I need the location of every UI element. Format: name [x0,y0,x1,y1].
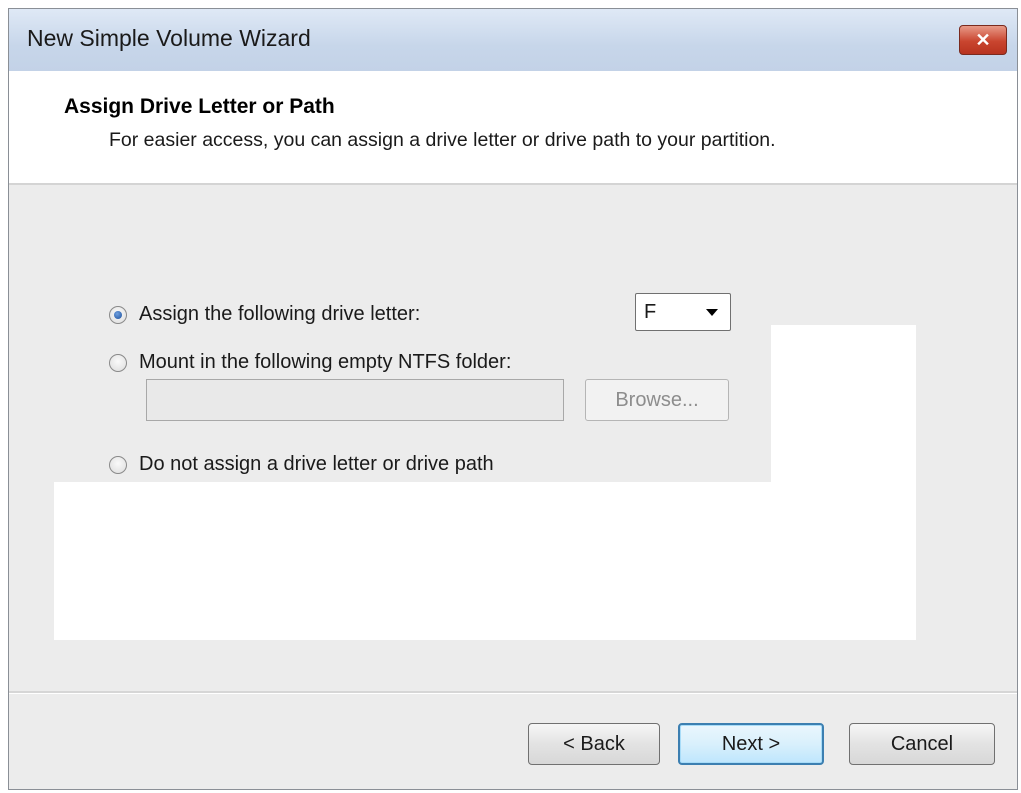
option-mount-folder[interactable]: Mount in the following empty NTFS folder… [109,351,511,374]
option-label: Assign the following drive letter: [139,303,421,325]
option-assign-letter[interactable]: Assign the following drive letter: [109,303,420,326]
footer-divider-highlight [9,693,1017,694]
title-bar: New Simple Volume Wizard ✕ [9,9,1017,71]
wizard-header: Assign Drive Letter or Path For easier a… [9,71,1017,185]
back-button[interactable]: < Back [528,723,660,765]
folder-path-input[interactable] [146,379,564,421]
blank-area [771,325,916,483]
page-subtitle: For easier access, you can assign a driv… [109,129,776,151]
radio-assign-letter[interactable] [109,305,127,324]
close-icon: ✕ [975,30,991,50]
drive-letter-select[interactable]: F [635,293,731,331]
close-button[interactable]: ✕ [959,25,1007,55]
next-button[interactable]: Next > [678,723,824,765]
option-label: Do not assign a drive letter or drive pa… [139,453,494,475]
page-title: Assign Drive Letter or Path [64,95,335,118]
drive-letter-value: F [644,300,657,323]
radio-mount-folder[interactable] [109,353,127,372]
chevron-down-icon [706,308,718,316]
radio-no-assign[interactable] [109,455,127,474]
cancel-button[interactable]: Cancel [849,723,995,765]
option-no-assign[interactable]: Do not assign a drive letter or drive pa… [109,453,494,476]
wizard-window: New Simple Volume Wizard ✕ Assign Drive … [8,8,1018,790]
browse-button[interactable]: Browse... [585,379,729,421]
window-title: New Simple Volume Wizard [27,25,311,51]
blank-area [54,482,916,640]
option-label: Mount in the following empty NTFS folder… [139,351,512,373]
